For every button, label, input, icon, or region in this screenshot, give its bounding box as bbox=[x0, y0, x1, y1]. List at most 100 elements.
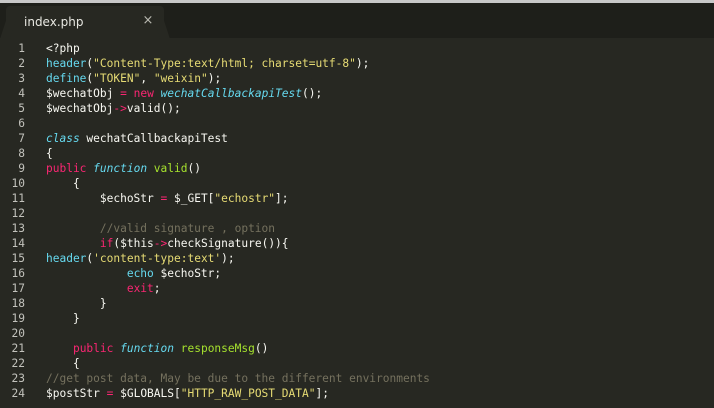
tab-index-php[interactable]: index.php × bbox=[6, 6, 164, 39]
code-text: } bbox=[46, 296, 107, 311]
tab-title: index.php bbox=[24, 15, 84, 29]
code-line[interactable]: 22 { bbox=[0, 356, 714, 371]
line-number: 7 bbox=[18, 132, 25, 145]
line-number: 18 bbox=[11, 297, 25, 310]
line-number: 5 bbox=[18, 102, 25, 115]
code-token: -> bbox=[113, 102, 127, 115]
code-token: new bbox=[133, 87, 154, 100]
code-token: } bbox=[46, 297, 107, 310]
code-line[interactable]: 21 public function responseMsg() bbox=[0, 341, 714, 356]
code-token: "Content-Type:text/html; charset=utf-8" bbox=[93, 57, 356, 70]
code-token: header bbox=[46, 57, 87, 70]
code-text: public function valid() bbox=[46, 161, 201, 176]
code-token: (); bbox=[302, 87, 323, 100]
code-text: { bbox=[46, 176, 80, 191]
line-number: 23 bbox=[11, 372, 25, 385]
code-token: $wechatObj bbox=[46, 102, 114, 115]
code-token: "TOKEN" bbox=[93, 72, 141, 85]
line-number: 14 bbox=[11, 237, 25, 250]
line-number: 6 bbox=[18, 117, 25, 130]
line-number: 22 bbox=[11, 357, 25, 370]
code-line[interactable]: 8{ bbox=[0, 146, 714, 161]
code-line[interactable]: 12 bbox=[0, 206, 714, 221]
code-token: valid bbox=[147, 162, 188, 175]
code-token: checkSignature()){ bbox=[167, 237, 289, 250]
code-text: class wechatCallbackapiTest bbox=[46, 131, 228, 146]
code-text: } bbox=[46, 311, 80, 326]
code-line[interactable]: 7 class wechatCallbackapiTest bbox=[0, 131, 714, 146]
code-text: exit; bbox=[46, 281, 161, 296]
code-text: <?php bbox=[46, 41, 80, 56]
code-token: valid(); bbox=[126, 102, 181, 115]
code-token: header bbox=[46, 252, 87, 265]
code-line[interactable]: 9 public function valid() bbox=[0, 161, 714, 176]
line-number: 13 bbox=[11, 222, 25, 235]
code-text: header('content-type:text'); bbox=[46, 251, 235, 266]
code-line[interactable]: 16 echo $echoStr; bbox=[0, 266, 714, 281]
code-line[interactable]: 11 $echoStr = $_GET["echostr"]; bbox=[0, 191, 714, 206]
code-text: { bbox=[46, 356, 80, 371]
code-token: echo bbox=[126, 267, 154, 280]
line-number: 3 bbox=[18, 72, 25, 85]
code-token: function bbox=[93, 162, 148, 175]
code-text: //get post data, May be due to the diffe… bbox=[46, 371, 430, 386]
code-token: $postStr bbox=[46, 387, 107, 400]
code-token: class bbox=[46, 132, 80, 145]
code-token: //valid signature , option bbox=[46, 222, 276, 235]
code-token: "HTTP_RAW_POST_DATA" bbox=[180, 387, 316, 400]
code-token: wechatCallbackapiTest bbox=[79, 132, 228, 145]
code-token: public bbox=[72, 342, 114, 355]
code-token: () bbox=[187, 162, 201, 175]
code-token: ); bbox=[207, 72, 222, 85]
code-text: $postStr = $GLOBALS["HTTP_RAW_POST_DATA"… bbox=[46, 386, 329, 401]
code-token: { bbox=[46, 177, 80, 190]
code-line[interactable]: 19 } bbox=[0, 311, 714, 326]
code-text: echo $echoStr; bbox=[46, 266, 221, 281]
line-number: 16 bbox=[11, 267, 25, 280]
code-token: = bbox=[120, 87, 127, 100]
code-line[interactable]: 2 header("Content-Type:text/html; charset… bbox=[0, 56, 714, 71]
code-line[interactable]: 23 //get post data, May be due to the dif… bbox=[0, 371, 714, 386]
code-token: { bbox=[46, 357, 80, 370]
code-token: //get post data, May be due to the diffe… bbox=[46, 372, 430, 385]
code-text: $wechatObj = new wechatCallbackapiTest()… bbox=[46, 86, 322, 101]
close-icon[interactable]: × bbox=[142, 14, 154, 28]
code-token: <?php bbox=[46, 42, 80, 55]
code-token: () bbox=[254, 342, 269, 355]
line-number: 17 bbox=[11, 282, 25, 295]
code-line[interactable]: 18 } bbox=[0, 296, 714, 311]
code-line[interactable]: 5 $wechatObj->valid(); bbox=[0, 101, 714, 116]
code-line[interactable]: 4 $wechatObj = new wechatCallbackapiTest(… bbox=[0, 86, 714, 101]
code-line[interactable]: 10 { bbox=[0, 176, 714, 191]
code-line[interactable]: 1 <?php bbox=[0, 41, 714, 56]
code-text: //valid signature , option bbox=[46, 221, 275, 236]
code-token: , bbox=[140, 72, 154, 85]
code-token: ]; bbox=[275, 192, 289, 205]
code-token: ]; bbox=[315, 387, 329, 400]
code-token: $GLOBALS[ bbox=[113, 387, 181, 400]
code-line[interactable]: 6 bbox=[0, 116, 714, 131]
line-number: 9 bbox=[18, 162, 25, 175]
code-text: header("Content-Type:text/html; charset=… bbox=[46, 56, 369, 71]
code-line[interactable]: 17 exit; bbox=[0, 281, 714, 296]
line-number: 1 bbox=[18, 42, 25, 55]
code-editor[interactable]: 1 <?php 2 header("Content-Type:text/html; c… bbox=[0, 39, 714, 408]
code-text: public function responseMsg() bbox=[46, 341, 268, 356]
code-token: wechatCallbackapiTest bbox=[160, 87, 303, 100]
code-token: $wechatObj bbox=[46, 87, 121, 100]
code-line[interactable]: 20 bbox=[0, 326, 714, 341]
code-line[interactable]: 3 define("TOKEN", "weixin"); bbox=[0, 71, 714, 86]
code-token: "weixin" bbox=[153, 72, 208, 85]
line-number: 12 bbox=[11, 207, 25, 220]
code-token: $_GET[ bbox=[167, 192, 215, 205]
code-line[interactable]: 14 if($this->checkSignature()){ bbox=[0, 236, 714, 251]
code-line[interactable]: 15 header('content-type:text'); bbox=[0, 251, 714, 266]
code-token: "echostr" bbox=[214, 192, 276, 205]
code-line[interactable]: 24 $postStr = $GLOBALS["HTTP_RAW_POST_DAT… bbox=[0, 386, 714, 401]
code-line[interactable]: 13 //valid signature , option bbox=[0, 221, 714, 236]
